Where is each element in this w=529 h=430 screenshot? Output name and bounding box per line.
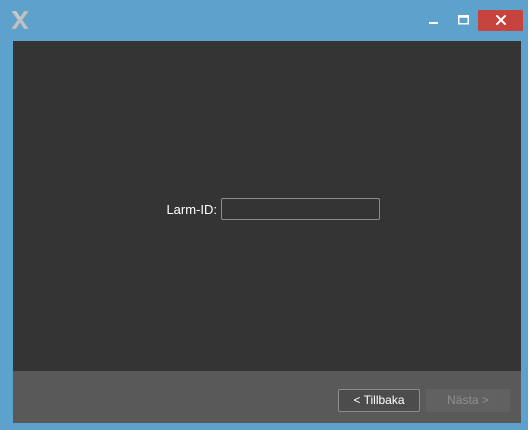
close-button[interactable]: [478, 10, 523, 31]
application-window: Larm-ID: < Tillbaka Nästa >: [0, 0, 528, 430]
maximize-icon: [457, 12, 469, 30]
larm-id-input[interactable]: [221, 198, 380, 220]
app-x-logo-icon: [8, 8, 32, 32]
close-icon: [495, 12, 506, 30]
minimize-button[interactable]: [419, 10, 449, 32]
larm-id-label: Larm-ID:: [166, 202, 217, 217]
minimize-icon: [429, 12, 439, 30]
title-bar[interactable]: [0, 0, 528, 41]
maximize-button[interactable]: [448, 10, 478, 32]
back-button[interactable]: < Tillbaka: [338, 389, 420, 412]
next-button[interactable]: Nästa >: [426, 389, 510, 412]
